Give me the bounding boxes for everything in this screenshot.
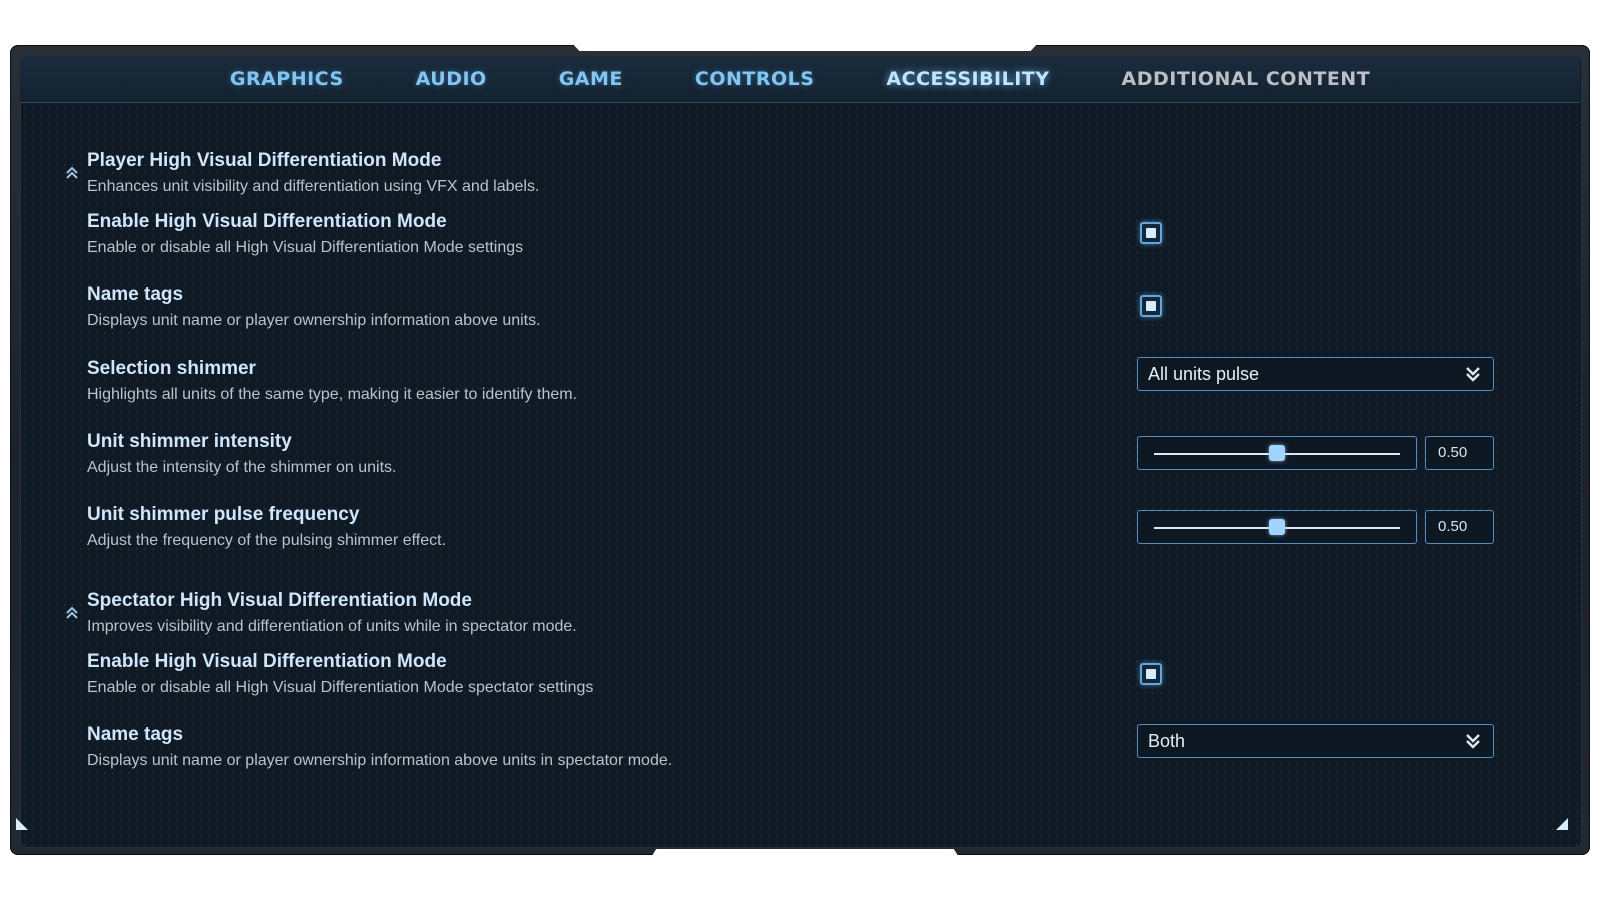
tab-audio[interactable]: AUDIO [380,68,523,90]
section-description: Enhances unit visibility and differentia… [87,178,540,195]
tab-accessibility[interactable]: ACCESSIBILITY [850,68,1085,90]
chevron-double-up-icon [66,606,78,619]
selection-shimmer-dropdown[interactable]: All units pulse [1137,357,1494,391]
corner-accent-icon [1556,818,1568,830]
slider-thumb[interactable] [1269,445,1285,461]
setting-row-enable-hvdm: Enable High Visual Differentiation Mode … [87,210,1527,258]
tab-game[interactable]: GAME [523,68,659,90]
section-description: Improves visibility and differentiation … [87,618,577,635]
checkbox-check-mark [1146,669,1156,679]
name-tags-checkbox[interactable] [1140,295,1162,317]
shimmer-frequency-slider[interactable] [1137,510,1417,544]
spectator-section-header: Spectator High Visual Differentiation Mo… [87,589,1527,637]
checkbox-check-mark [1146,301,1156,311]
setting-description: Enable or disable all High Visual Differ… [87,239,524,256]
setting-title: Enable High Visual Differentiation Mode [87,651,447,672]
frame-notch-top [570,41,1040,51]
chevron-double-down-icon [1466,734,1480,749]
spectator-enable-hvdm-checkbox[interactable] [1140,663,1162,685]
settings-tab-bar: GRAPHICS AUDIO GAME CONTROLS ACCESSIBILI… [20,56,1580,103]
tab-controls[interactable]: CONTROLS [659,68,851,90]
setting-title: Enable High Visual Differentiation Mode [87,211,447,232]
shimmer-intensity-value-input[interactable]: 0.50 [1425,436,1494,470]
setting-title: Name tags [87,284,184,305]
setting-description: Displays unit name or player ownership i… [87,312,541,329]
setting-row-name-tags: Name tags Displays unit name or player o… [87,283,1527,331]
slider-thumb[interactable] [1269,519,1285,535]
settings-content: Player High Visual Differentiation Mode … [20,103,1580,843]
section-title: Player High Visual Differentiation Mode [87,150,442,171]
tab-graphics[interactable]: GRAPHICS [194,68,380,90]
setting-description: Enable or disable all High Visual Differ… [87,679,594,696]
collapse-player-section-icon[interactable] [64,164,80,180]
shimmer-frequency-value-input[interactable]: 0.50 [1425,510,1494,544]
spectator-name-tags-dropdown[interactable]: Both [1137,724,1494,758]
chevron-double-down-icon [1466,367,1480,382]
player-section-header: Player High Visual Differentiation Mode … [87,149,1527,197]
chevron-double-up-icon [66,166,78,179]
enable-hvdm-checkbox[interactable] [1140,222,1162,244]
frame-notch-bottom [650,849,960,859]
dropdown-selected-value: All units pulse [1148,364,1260,384]
setting-row-spectator-enable-hvdm: Enable High Visual Differentiation Mode … [87,650,1527,698]
section-title: Spectator High Visual Differentiation Mo… [87,590,472,611]
dropdown-selected-value: Both [1148,731,1186,751]
checkbox-check-mark [1146,228,1156,238]
corner-accent-icon [16,818,28,830]
tab-additional-content[interactable]: ADDITIONAL CONTENT [1086,68,1407,90]
collapse-spectator-section-icon[interactable] [64,604,80,620]
shimmer-intensity-slider[interactable] [1137,436,1417,470]
